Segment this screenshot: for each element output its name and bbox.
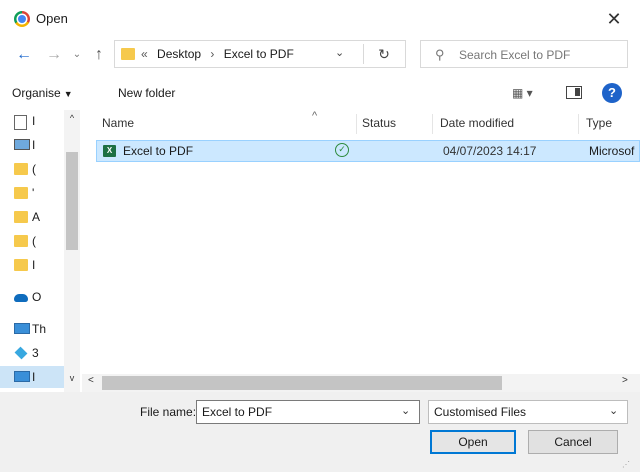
search-icon: ⚲ — [435, 47, 445, 62]
column-name[interactable]: Name — [102, 116, 134, 130]
forward-button[interactable]: → — [44, 44, 64, 66]
nav-item-label: 3 — [32, 346, 39, 360]
file-type-value: Customised Files — [434, 405, 527, 419]
chrome-icon — [14, 11, 30, 27]
scroll-down-icon[interactable]: v — [64, 370, 80, 386]
this-pc-icon — [14, 323, 30, 334]
open-button[interactable]: Open — [430, 430, 516, 454]
column-divider[interactable] — [578, 114, 579, 134]
nav-item-label: I — [32, 258, 36, 272]
nav-item-label: A — [32, 210, 41, 224]
file-name-label: File name: — [140, 405, 197, 419]
onedrive-icon — [14, 294, 28, 302]
column-status[interactable]: Status — [362, 116, 396, 130]
folder-icon — [14, 211, 28, 223]
cancel-button[interactable]: Cancel — [528, 430, 618, 454]
resize-grip-icon[interactable]: ⋰ — [622, 460, 630, 469]
desktop-icon — [14, 371, 30, 382]
file-name-value: Excel to PDF — [202, 405, 273, 419]
search-placeholder: Search Excel to PDF — [459, 48, 571, 62]
preview-pane-icon[interactable] — [566, 86, 582, 99]
file-name: Excel to PDF — [123, 144, 194, 158]
column-divider[interactable] — [432, 114, 433, 134]
toolbar: Organise ▼ New folder ▦ ▾ ? — [0, 78, 640, 110]
nav-item-label: I — [32, 114, 36, 128]
file-row[interactable]: X Excel to PDF ✓ 04/07/2023 14:17 Micros… — [96, 140, 640, 162]
nav-item-label: ( — [32, 234, 36, 248]
column-divider[interactable] — [356, 114, 357, 134]
horizontal-scrollbar[interactable]: < > — [82, 374, 640, 392]
file-name-input[interactable]: Excel to PDF ⌄ — [196, 400, 420, 424]
breadcrumb-separator: › — [210, 47, 215, 61]
folder-icon — [121, 48, 135, 60]
close-button[interactable]: ✕ — [598, 6, 630, 32]
sync-status-icon: ✓ — [335, 143, 349, 157]
column-type[interactable]: Type — [586, 116, 612, 130]
address-dropdown-icon[interactable]: ⌄ — [335, 46, 344, 59]
chevron-down-icon: ▼ — [63, 89, 73, 99]
back-button[interactable]: ← — [14, 44, 34, 66]
scroll-right-icon[interactable]: > — [622, 375, 628, 386]
breadcrumb-excel-to-pdf[interactable]: Excel to PDF — [224, 47, 294, 61]
organise-label: Organise — [12, 86, 61, 100]
view-options-icon[interactable]: ▦ ▾ — [512, 86, 533, 100]
document-icon — [14, 115, 27, 130]
nav-item-label: Th — [32, 322, 47, 336]
3d-objects-icon — [14, 346, 28, 360]
refresh-button[interactable]: ↻ — [363, 44, 404, 64]
nav-item-label: ' — [32, 186, 35, 200]
sort-ascending-icon: ^ — [312, 110, 318, 122]
window-title: Open — [36, 11, 68, 26]
organise-button[interactable]: Organise ▼ — [12, 86, 73, 100]
title-bar: Open ✕ — [0, 0, 640, 40]
nav-item-label: ( — [32, 162, 36, 176]
nav-item-label: I — [32, 138, 36, 152]
scroll-up-icon[interactable]: ^ — [64, 110, 80, 126]
help-icon[interactable]: ? — [602, 83, 622, 103]
horizontal-scrollbar-thumb[interactable] — [102, 376, 502, 390]
footer-panel: File name: Excel to PDF ⌄ Customised Fil… — [0, 392, 640, 472]
folder-icon — [14, 163, 28, 175]
folder-icon — [14, 235, 28, 247]
file-type-select[interactable]: Customised Files ⌄ — [428, 400, 628, 424]
folder-icon — [14, 259, 28, 271]
column-header-row: Name ^ Status Date modified Type — [94, 110, 640, 136]
nav-scrollbar-thumb[interactable] — [66, 152, 78, 250]
breadcrumb-desktop[interactable]: Desktop — [157, 47, 201, 61]
excel-icon: X — [103, 145, 116, 157]
address-bar[interactable]: « Desktop › Excel to PDF ⌄ ↻ — [114, 40, 406, 68]
recent-locations-button[interactable]: ⌄ — [70, 44, 84, 66]
chevron-down-icon[interactable]: ⌄ — [609, 404, 618, 417]
folder-icon — [14, 187, 28, 199]
new-folder-button[interactable]: New folder — [118, 86, 175, 100]
nav-item-label: I — [32, 370, 36, 384]
up-button[interactable]: ↑ — [90, 44, 108, 66]
column-date-modified[interactable]: Date modified — [440, 116, 514, 130]
picture-icon — [14, 139, 30, 150]
breadcrumb: « Desktop › Excel to PDF — [141, 47, 300, 61]
scroll-left-icon[interactable]: < — [88, 375, 94, 386]
breadcrumb-overflow[interactable]: « — [141, 47, 148, 61]
chevron-down-icon[interactable]: ⌄ — [401, 404, 410, 417]
file-date-modified: 04/07/2023 14:17 — [443, 144, 537, 158]
file-type: Microsof — [589, 144, 635, 158]
nav-item-label: O — [32, 290, 42, 304]
search-input[interactable]: ⚲ Search Excel to PDF — [420, 40, 628, 68]
